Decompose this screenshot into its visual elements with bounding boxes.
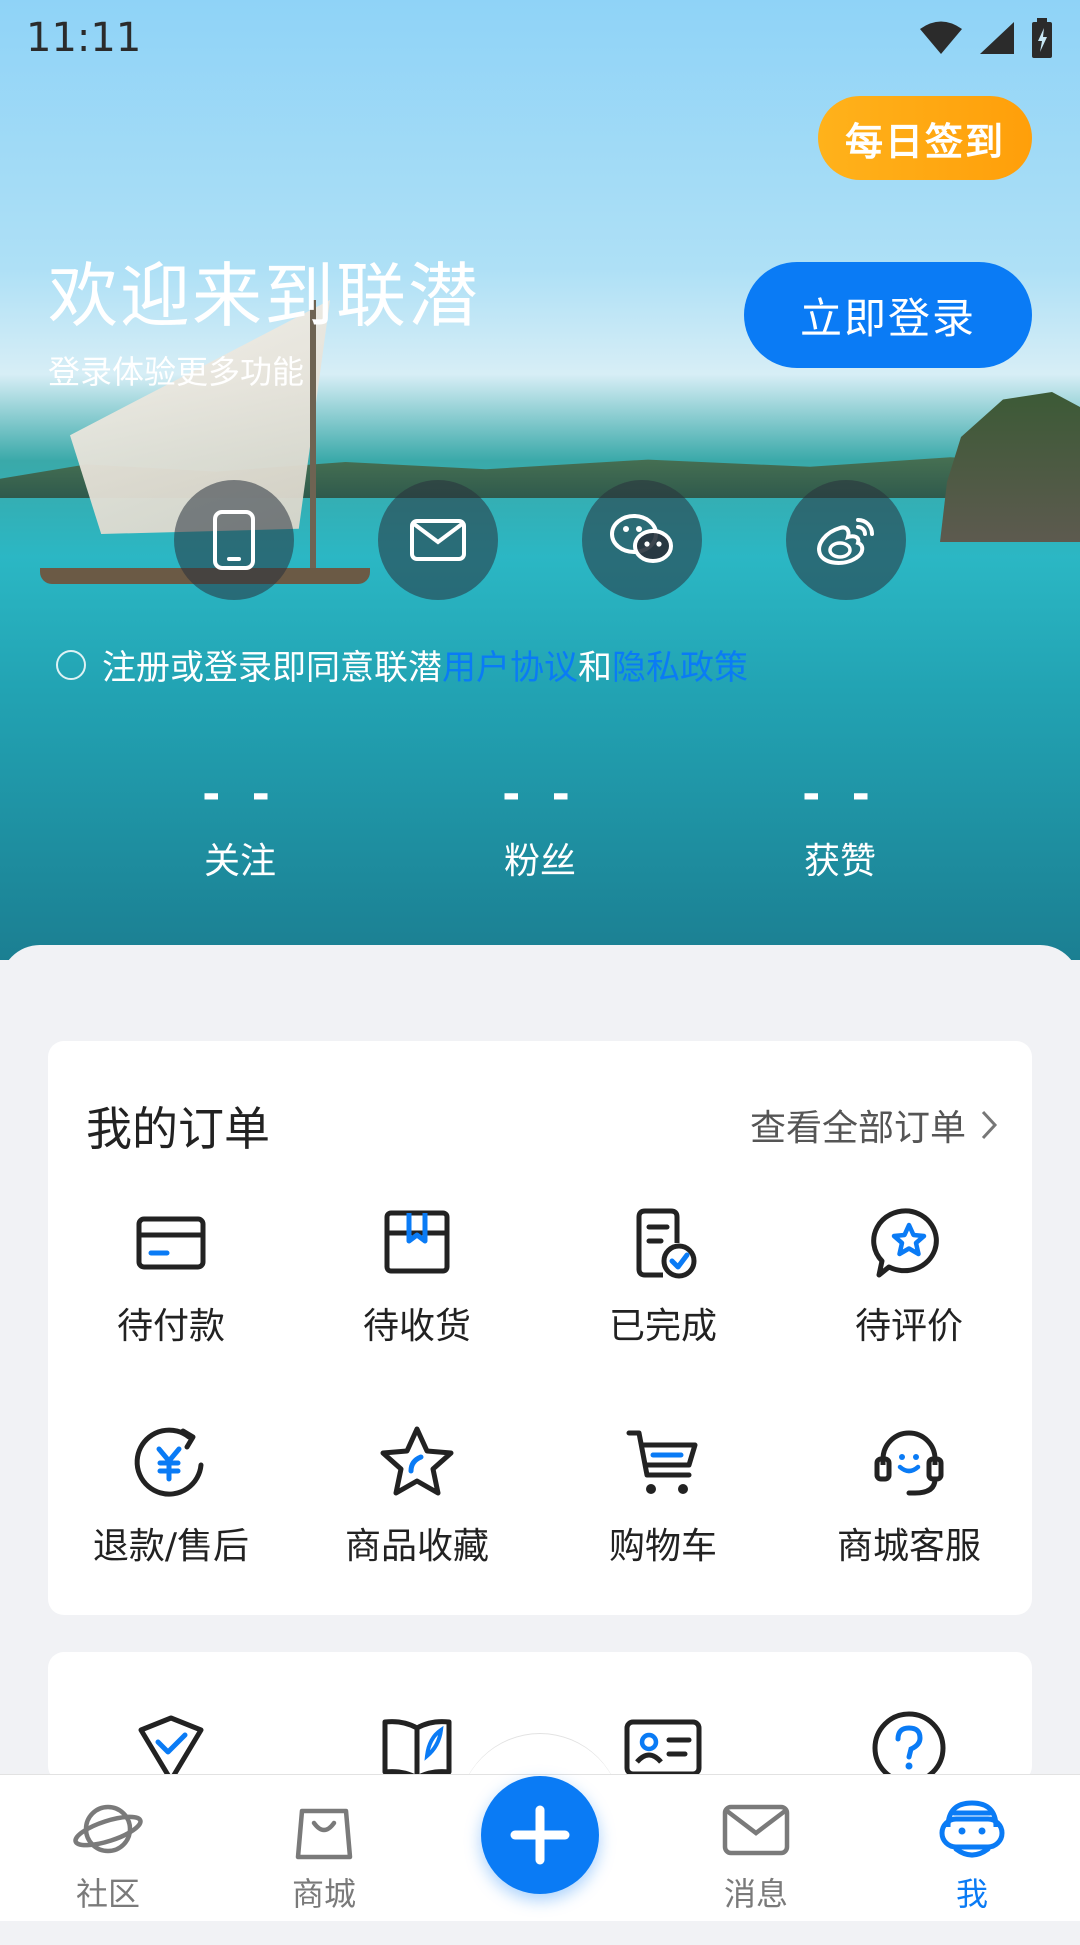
- tab-label: 我: [955, 1875, 988, 1913]
- plus-icon: [510, 1805, 570, 1865]
- wifi-icon: [920, 21, 962, 54]
- phone-login-button[interactable]: [174, 480, 294, 600]
- stat-following[interactable]: - - 关注: [140, 770, 340, 884]
- order-label: 已完成: [608, 1306, 717, 1347]
- id-card-icon[interactable]: [623, 1708, 703, 1782]
- tab-label: 社区: [75, 1875, 140, 1913]
- order-label: 商城客服: [836, 1526, 981, 1567]
- orders-card: 我的订单 查看全部订单 待付款 待收货 已完成 待评价 退款/售后 商品收藏 购…: [48, 1041, 1032, 1615]
- order-label: 购物车: [608, 1526, 717, 1567]
- stat-value: - -: [502, 769, 578, 820]
- yuan-refund-icon: [134, 1427, 204, 1497]
- stat-label: 获赞: [803, 841, 876, 882]
- planet-icon: [73, 1804, 143, 1854]
- star-chat-icon: [871, 1208, 939, 1278]
- book-icon[interactable]: [377, 1708, 457, 1782]
- cart-icon: [626, 1430, 698, 1494]
- stat-value: - -: [202, 769, 278, 820]
- help-icon[interactable]: [869, 1708, 949, 1782]
- tab-messages[interactable]: 消息: [676, 1797, 836, 1915]
- wechat-icon: [610, 514, 673, 563]
- weibo-login-button[interactable]: [786, 480, 906, 600]
- order-label: 待评价: [854, 1306, 963, 1347]
- order-pending-receipt[interactable]: 待收货: [297, 1203, 537, 1349]
- view-all-orders-link[interactable]: 查看全部订单: [750, 1099, 998, 1151]
- stat-followers[interactable]: - - 粉丝: [440, 770, 640, 884]
- star-icon: [380, 1426, 454, 1496]
- order-label: 待付款: [116, 1306, 225, 1347]
- profile-stats: - - 关注 - - 粉丝 - - 获赞: [0, 770, 1080, 890]
- view-all-orders-label: 查看全部订单: [749, 1108, 966, 1149]
- tab-me[interactable]: 我: [892, 1797, 1052, 1915]
- order-customer-service[interactable]: 商城客服: [789, 1423, 1029, 1569]
- signal-icon: [980, 22, 1014, 54]
- order-pending-review[interactable]: 待评价: [789, 1203, 1029, 1349]
- stat-likes[interactable]: - - 获赞: [740, 770, 940, 884]
- card-icon: [136, 1216, 206, 1270]
- bag-icon: [295, 1808, 353, 1860]
- create-post-button[interactable]: [481, 1776, 599, 1894]
- user-agreement-link[interactable]: 用户协议: [442, 640, 578, 689]
- daily-signin-button[interactable]: 每日签到: [818, 96, 1032, 180]
- order-label: 待收货: [362, 1306, 471, 1347]
- message-icon: [722, 1804, 790, 1856]
- done-document-icon: [636, 1208, 697, 1279]
- tab-community[interactable]: 社区: [28, 1797, 188, 1915]
- tab-label: 商城: [291, 1875, 356, 1913]
- order-pending-payment[interactable]: 待付款: [51, 1203, 291, 1349]
- login-methods: [0, 480, 1080, 600]
- status-time: 11:11: [26, 15, 142, 61]
- status-icons: [918, 18, 1054, 58]
- privacy-policy-link[interactable]: 隐私政策: [612, 640, 748, 689]
- stat-label: 粉丝: [503, 841, 576, 882]
- robot-icon: [939, 1800, 1005, 1858]
- phone-icon: [213, 510, 255, 570]
- tab-label: 消息: [723, 1875, 788, 1913]
- agreement-text: 注册或登录即同意联潜: [102, 648, 442, 688]
- stat-label: 关注: [203, 841, 276, 882]
- welcome-subtitle: 登录体验更多功能: [48, 353, 305, 391]
- chevron-right-icon: [981, 1110, 998, 1140]
- order-favorites[interactable]: 商品收藏: [297, 1423, 537, 1569]
- order-cart[interactable]: 购物车: [543, 1423, 783, 1569]
- order-completed[interactable]: 已完成: [543, 1203, 783, 1349]
- agreement-row: 注册或登录即同意联潜 用户协议 和 隐私政策: [56, 640, 748, 689]
- order-label: 商品收藏: [344, 1526, 489, 1567]
- battery-icon: [1032, 18, 1052, 58]
- headset-icon: [874, 1430, 944, 1496]
- orders-title: 我的订单: [86, 1102, 270, 1156]
- box-icon: [384, 1210, 450, 1274]
- wechat-login-button[interactable]: [582, 480, 702, 600]
- login-button[interactable]: 立即登录: [744, 262, 1032, 368]
- order-refund-aftersale[interactable]: 退款/售后: [51, 1423, 291, 1569]
- agreement-and: 和: [578, 648, 612, 688]
- weibo-icon: [817, 518, 874, 565]
- email-login-button[interactable]: [378, 480, 498, 600]
- stat-value: - -: [802, 769, 878, 820]
- order-label: 退款/售后: [92, 1526, 250, 1567]
- mail-icon: [410, 519, 466, 561]
- status-bar: 11:11: [0, 0, 1080, 76]
- tab-mall[interactable]: 商城: [244, 1797, 404, 1915]
- shield-check-icon[interactable]: [131, 1708, 211, 1782]
- agreement-radio[interactable]: [56, 649, 86, 680]
- welcome-title: 欢迎来到联潜: [48, 255, 480, 337]
